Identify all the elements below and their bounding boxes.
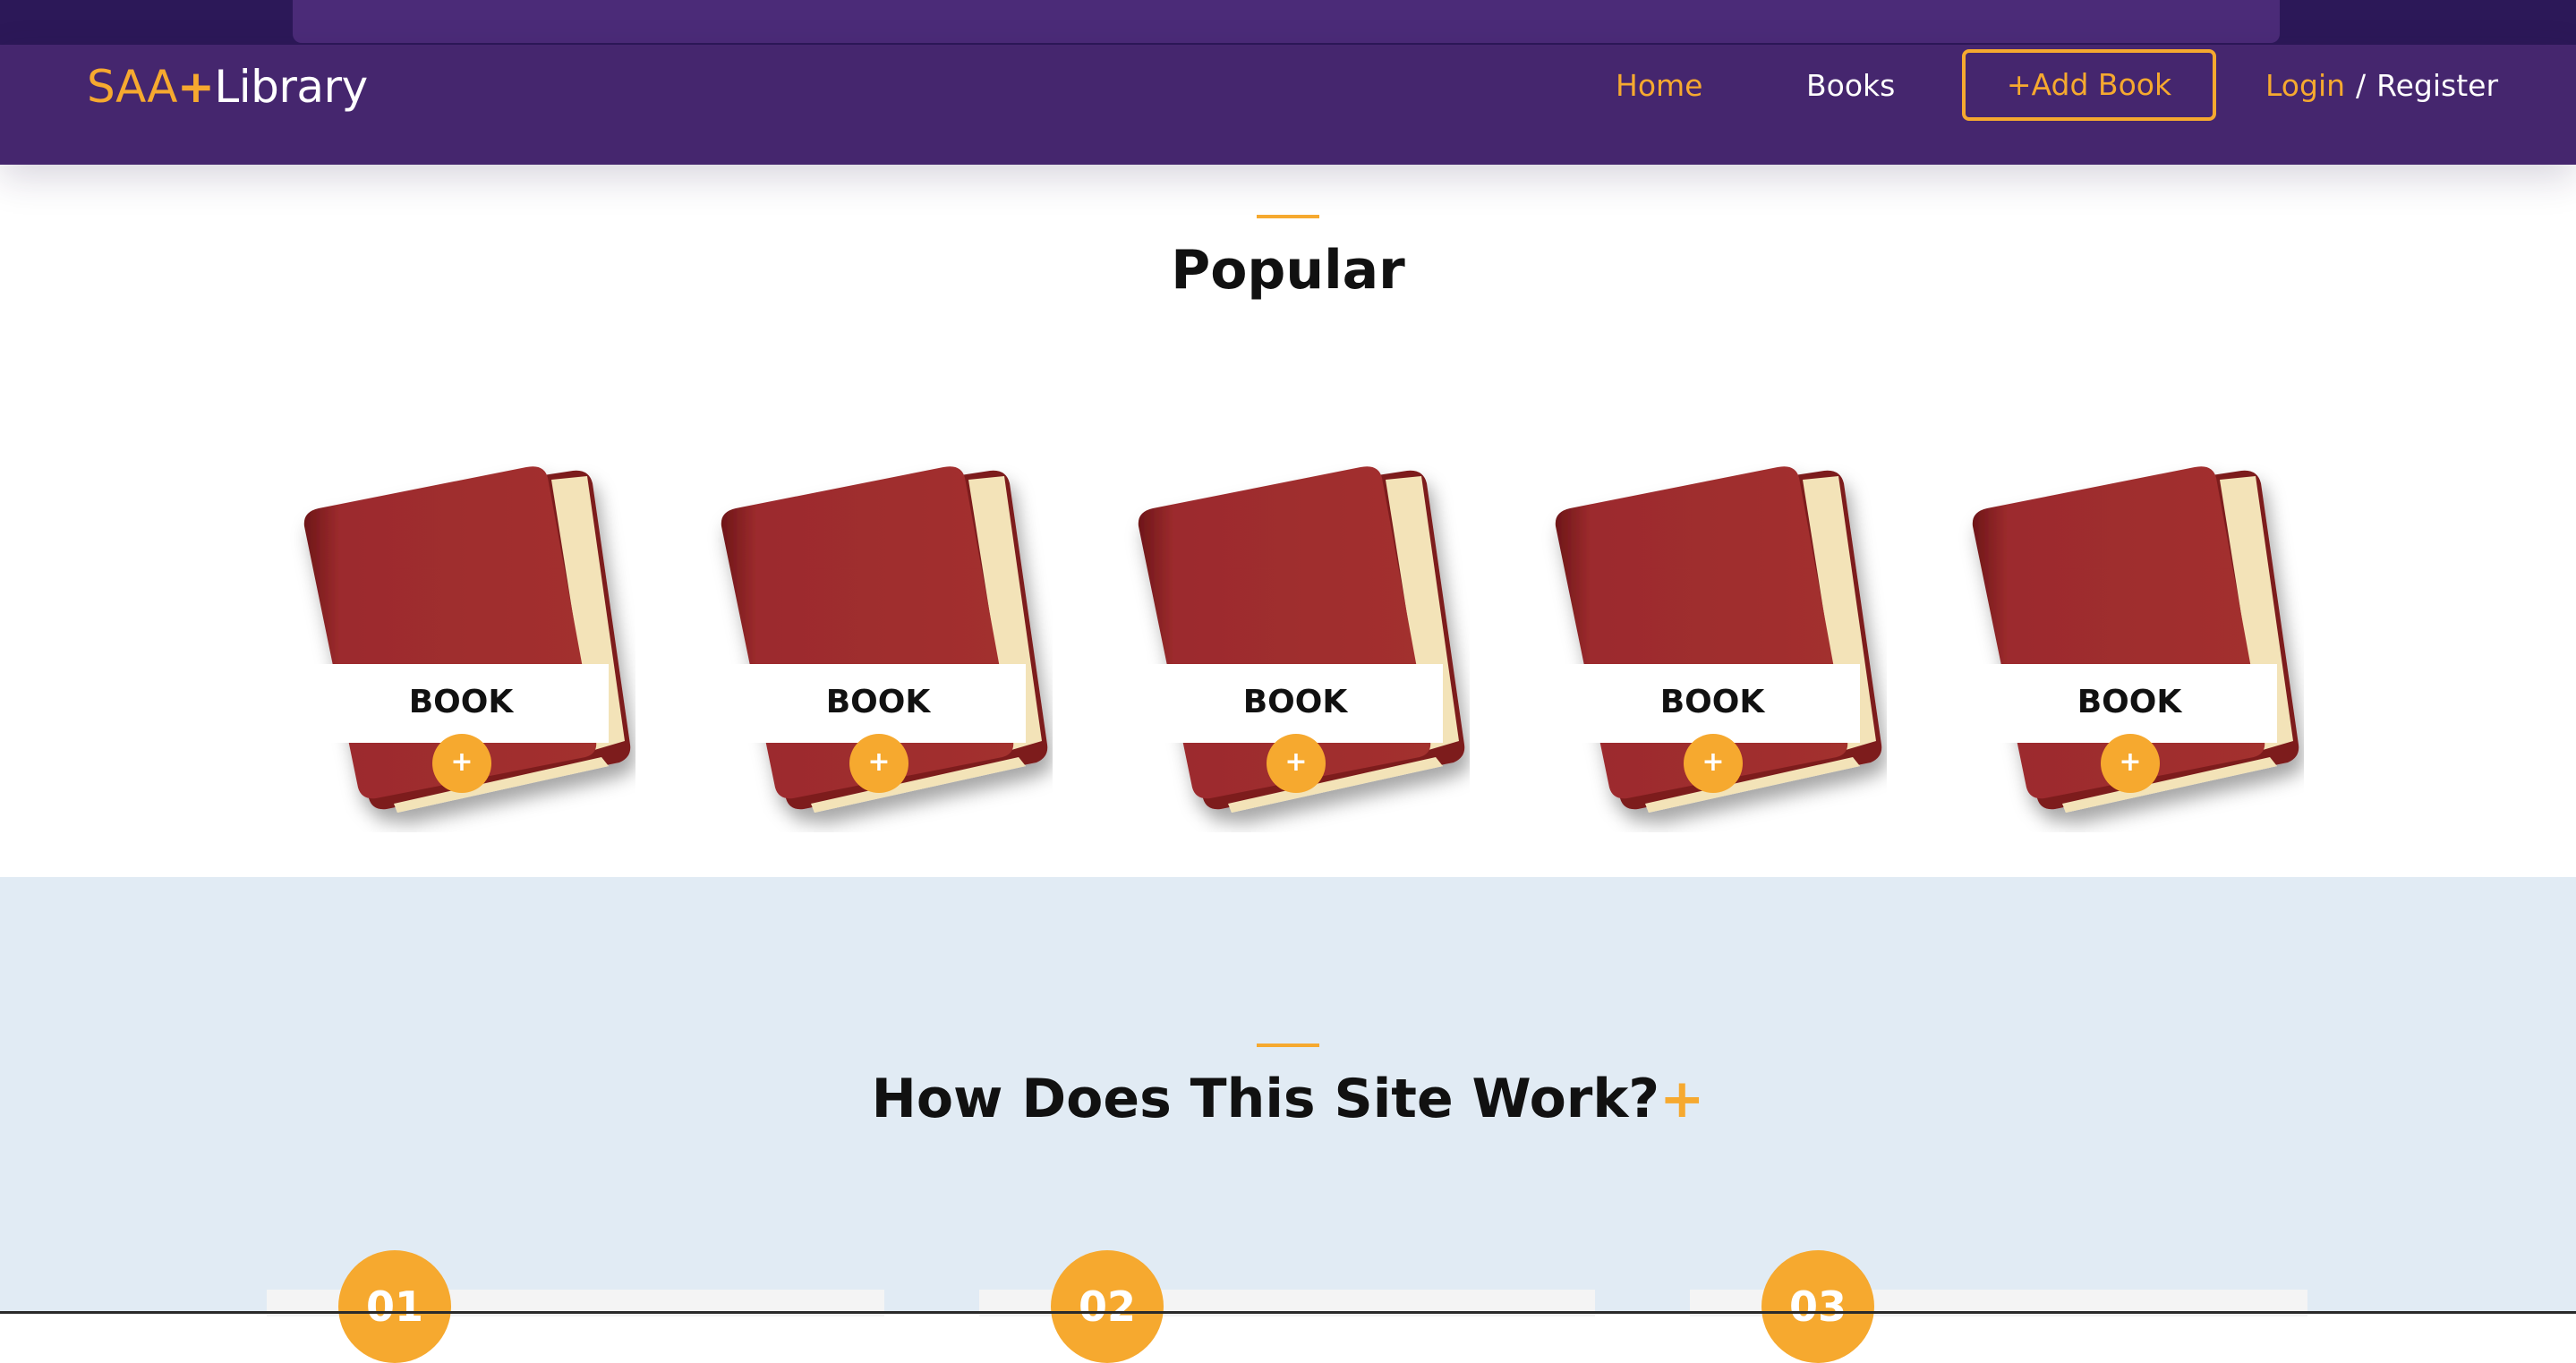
popular-section-title: Popular (1171, 239, 1405, 302)
add-to-list-plus-icon[interactable]: + (849, 734, 908, 793)
step-badge-1: 01 (338, 1250, 451, 1363)
book-title: BOOK (825, 684, 931, 720)
logo-plus-icon: + (176, 61, 215, 113)
auth-links: Login / Register (2265, 68, 2498, 103)
add-book-button[interactable]: +Add Book (1962, 49, 2216, 121)
login-link[interactable]: Login (2265, 68, 2345, 103)
nav-books-link[interactable]: Books (1806, 68, 1895, 103)
top-strip-inner (293, 0, 2280, 43)
how-section-title: How Does This Site Work?+ (0, 1068, 2576, 1130)
how-title-text: How Does This Site Work? (871, 1068, 1660, 1130)
add-to-list-plus-icon[interactable]: + (432, 734, 491, 793)
book-title: BOOK (2077, 684, 2182, 720)
book-card[interactable]: BOOK + (704, 456, 1053, 832)
step-badge-3: 03 (1761, 1250, 1874, 1363)
how-title-plus-icon: + (1659, 1068, 1705, 1130)
book-card[interactable]: BOOK + (1955, 456, 2304, 832)
nav-home-link[interactable]: Home (1616, 68, 1702, 103)
book-card[interactable]: BOOK + (1121, 456, 1470, 832)
book-card[interactable]: BOOK + (1538, 456, 1887, 832)
navbar: SAA+Library Home Books +Add Book Login / R… (0, 45, 2576, 165)
book-title: BOOK (408, 684, 514, 720)
book-title: BOOK (1659, 684, 1765, 720)
step-badge-2: 02 (1051, 1250, 1164, 1363)
top-strip (0, 0, 2576, 45)
site-logo[interactable]: SAA+Library (87, 61, 368, 113)
add-to-list-plus-icon[interactable]: + (1267, 734, 1326, 793)
logo-part-library: Library (214, 61, 368, 113)
add-to-list-plus-icon[interactable]: + (2101, 734, 2160, 793)
how-accent-line (1257, 1044, 1319, 1047)
logo-part-saa: SAA (87, 61, 177, 113)
register-link[interactable]: Register (2376, 68, 2498, 103)
book-title: BOOK (1242, 684, 1348, 720)
book-card[interactable]: BOOK + (286, 456, 635, 832)
popular-accent-line (1257, 215, 1319, 218)
auth-separator: / (2356, 68, 2367, 103)
add-to-list-plus-icon[interactable]: + (1684, 734, 1743, 793)
